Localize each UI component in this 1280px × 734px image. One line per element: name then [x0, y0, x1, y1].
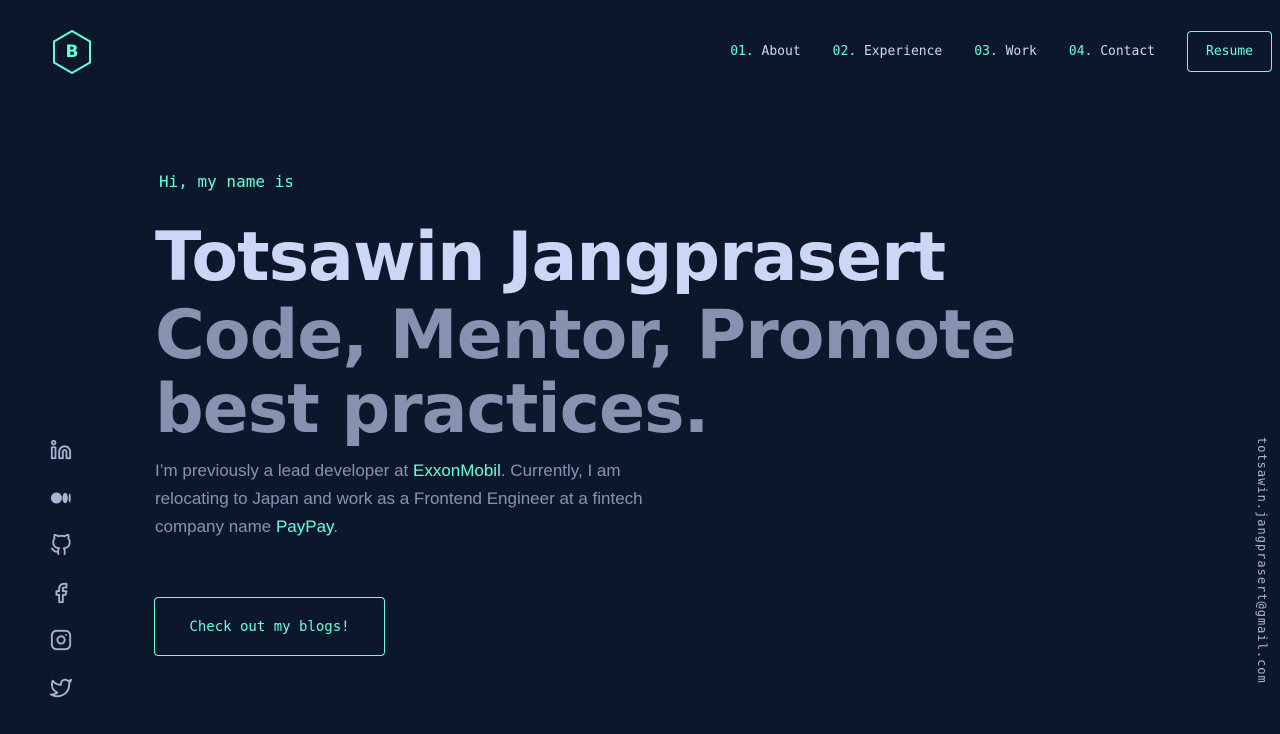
medium-icon[interactable]	[49, 486, 73, 510]
hero-intro: I’m previously a lead developer at Exxon…	[155, 457, 685, 541]
github-icon[interactable]	[49, 533, 73, 557]
twitter-icon[interactable]	[49, 676, 73, 700]
nav-label: Work	[1005, 44, 1037, 59]
nav-work[interactable]: 03. Work	[974, 44, 1037, 59]
nav-number: 01.	[730, 44, 754, 59]
hero-section: Hi, my name is Totsawin Jangprasert Code…	[155, 170, 1115, 541]
hero-name: Totsawin Jangprasert	[155, 218, 946, 297]
facebook-icon[interactable]	[49, 581, 73, 605]
instagram-icon[interactable]	[49, 628, 73, 652]
nav-experience[interactable]: 02. Experience	[833, 44, 943, 59]
nav-contact[interactable]: 04. Contact	[1069, 44, 1155, 59]
greeting: Hi, my name is	[159, 172, 294, 191]
nav-label: About	[761, 44, 801, 59]
linkedin-icon[interactable]	[49, 438, 73, 462]
top-nav: 01. About 02. Experience 03. Work 04. Co…	[730, 31, 1272, 72]
exxonmobil-link[interactable]: ExxonMobil	[413, 461, 501, 480]
hero-tagline: Code, Mentor, Promote best practices.	[155, 296, 1017, 449]
nav-number: 03.	[974, 44, 998, 59]
nav-number: 04.	[1068, 44, 1093, 59]
email-sidebar: totsawin.jangprasert@gmail.com	[1254, 437, 1270, 703]
resume-button[interactable]: Resume	[1187, 31, 1272, 72]
social-links	[49, 438, 73, 723]
blog-cta-button[interactable]: Check out my blogs!	[154, 597, 385, 656]
intro-text: .	[333, 517, 339, 536]
email-link[interactable]: totsawin.jangprasert@gmail.com	[1255, 437, 1269, 684]
nav-about[interactable]: 01. About	[730, 44, 800, 59]
paypay-link[interactable]: PayPay	[276, 517, 333, 536]
logo[interactable]: B	[52, 29, 92, 75]
intro-text: I’m previously a lead developer at	[155, 461, 413, 480]
logo-letter: B	[65, 42, 79, 62]
nav-label: Contact	[1100, 44, 1155, 59]
nav-number: 02.	[832, 44, 857, 59]
nav-label: Experience	[863, 44, 943, 59]
